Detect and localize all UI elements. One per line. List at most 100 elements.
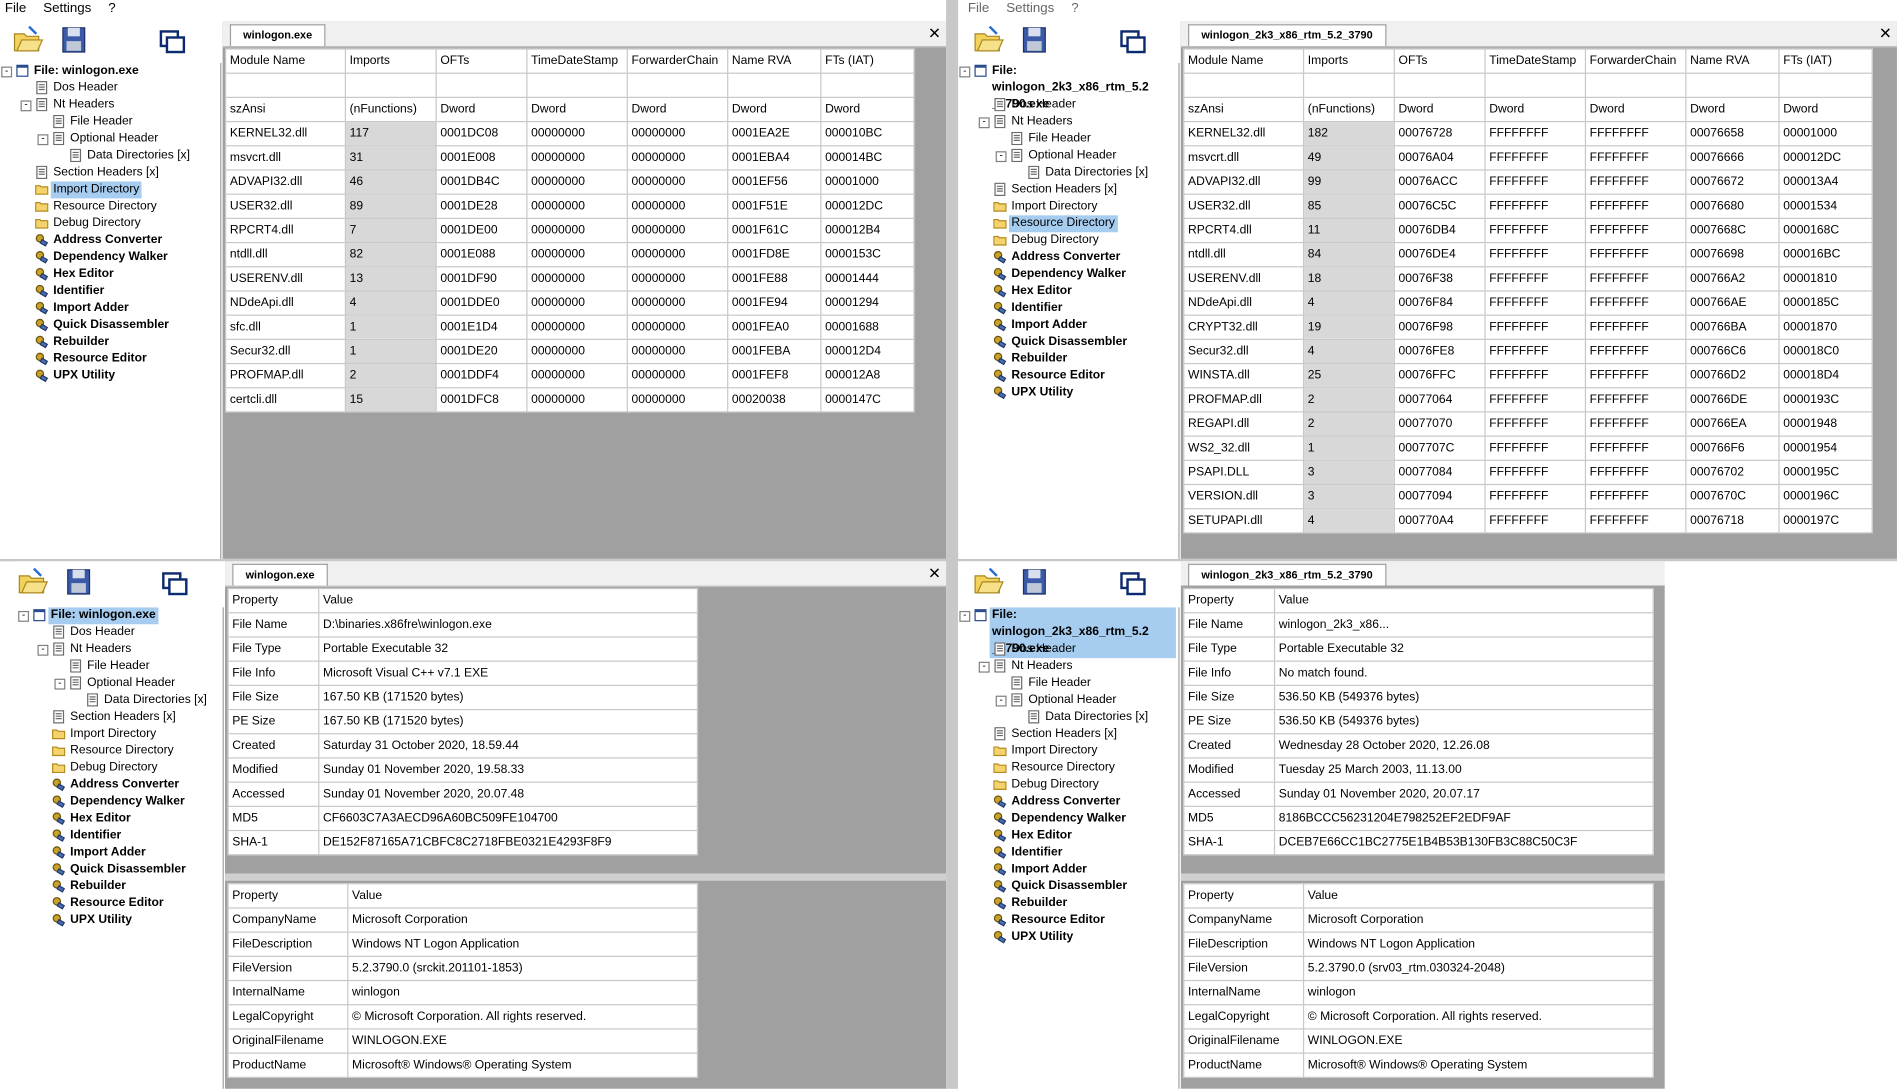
- tree-item[interactable]: - Optional Header: [958, 692, 1178, 709]
- tree-item[interactable]: File Header: [17, 658, 223, 675]
- tree-item[interactable]: Address Converter: [958, 794, 1178, 811]
- windows-icon[interactable]: [160, 569, 191, 600]
- tree-item[interactable]: Hex Editor: [17, 811, 223, 828]
- expand-toggle[interactable]: -: [18, 610, 30, 622]
- table-row[interactable]: FileDescription Windows NT Logon Applicat…: [1183, 931, 1654, 957]
- table-row[interactable]: File Name D:\binaries.x86fre\winlogon.exe: [227, 612, 699, 638]
- tree-item[interactable]: Import Adder: [17, 844, 223, 861]
- table-row[interactable]: Accessed Sunday 01 November 2020, 20.07.1…: [1183, 781, 1654, 807]
- tree-item[interactable]: Quick Disassembler: [17, 861, 223, 878]
- menu-file[interactable]: File: [968, 0, 989, 18]
- table-row[interactable]: MD5 8186BCCC56231204E798252EF2EDF9AF: [1183, 805, 1654, 832]
- windows-icon[interactable]: [157, 27, 188, 58]
- tree-item[interactable]: - Nt Headers: [958, 114, 1178, 131]
- tree-item[interactable]: Debug Directory: [958, 777, 1178, 794]
- expand-toggle[interactable]: -: [995, 151, 1007, 163]
- expand-toggle[interactable]: -: [959, 66, 971, 78]
- tree-item[interactable]: Import Directory: [958, 198, 1178, 215]
- tree-item[interactable]: Data Directories [x]: [958, 709, 1178, 726]
- tree-item[interactable]: Dos Header: [0, 80, 220, 97]
- tree-item[interactable]: UPX Utility: [958, 385, 1178, 402]
- table-row[interactable]: PSAPI.DLL 3 00077084 FFFFFFFF FFFFFFFF 000767…: [1183, 459, 1873, 486]
- tab-file[interactable]: winlogon.exe: [229, 24, 326, 46]
- table-row[interactable]: Secur32.dll 1 0001DE20 00000000 00000000 0001…: [225, 338, 915, 365]
- expand-toggle[interactable]: -: [37, 134, 49, 146]
- expand-toggle[interactable]: -: [995, 695, 1007, 707]
- table-row[interactable]: File Type Portable Executable 32: [1183, 636, 1654, 662]
- tree-item[interactable]: UPX Utility: [958, 929, 1178, 946]
- table-row[interactable]: InternalName winlogon: [1183, 979, 1654, 1006]
- tree-item[interactable]: Section Headers [x]: [17, 709, 223, 726]
- table-row[interactable]: PROFMAP.dll 2 00077064 FFFFFFFF FFFFFFFF 0007…: [1183, 387, 1873, 413]
- table-row[interactable]: Accessed Sunday 01 November 2020, 20.07.4…: [227, 781, 699, 807]
- tab-file[interactable]: winlogon.exe: [232, 563, 328, 586]
- table-row[interactable]: Modified Sunday 01 November 2020, 19.58.3…: [227, 757, 699, 783]
- table-row[interactable]: File Size 536.50 KB (549376 bytes): [1183, 684, 1654, 711]
- tree-item[interactable]: Dependency Walker: [17, 794, 223, 811]
- table-row[interactable]: PE Size 536.50 KB (549376 bytes): [1183, 708, 1654, 735]
- table-row[interactable]: OriginalFilename WINLOGON.EXE: [1183, 1028, 1654, 1054]
- table-row[interactable]: File Type Portable Executable 32: [227, 636, 699, 662]
- tree-item[interactable]: Hex Editor: [0, 266, 220, 283]
- tree-item[interactable]: Data Directories [x]: [0, 148, 220, 165]
- table-row[interactable]: FileVersion 5.2.3790.0 (srckit.201101-185…: [227, 955, 699, 982]
- table-row[interactable]: File Info No match found.: [1183, 660, 1654, 686]
- close-icon[interactable]: ✕: [1879, 24, 1892, 43]
- tree-item[interactable]: Resource Editor: [958, 368, 1178, 385]
- table-row[interactable]: PROFMAP.dll 2 0001DDF4 00000000 00000000 0001…: [225, 362, 915, 389]
- table-row[interactable]: CompanyName Microsoft Corporation: [227, 907, 699, 933]
- tree-item[interactable]: Hex Editor: [958, 283, 1178, 300]
- table-row[interactable]: Secur32.dll 4 00076FE8 FFFFFFFF FFFFFFFF 0007…: [1183, 338, 1873, 365]
- tree-item[interactable]: - Optional Header: [17, 675, 223, 692]
- table-row[interactable]: WINSTA.dll 25 00076FFC FFFFFFFF FFFFFFFF 0007…: [1183, 362, 1873, 389]
- table-row[interactable]: FileVersion 5.2.3790.0 (srv03_rtm.030324-…: [1183, 955, 1654, 982]
- tree-item[interactable]: Debug Directory: [0, 215, 220, 232]
- tree-item[interactable]: Identifier: [0, 283, 220, 300]
- tree-item[interactable]: File Header: [958, 131, 1178, 148]
- windows-icon[interactable]: [1118, 27, 1149, 58]
- table-row[interactable]: OriginalFilename WINLOGON.EXE: [227, 1028, 699, 1054]
- table-row[interactable]: RPCRT4.dll 11 00076DB4 FFFFFFFF FFFFFFFF 0007…: [1183, 217, 1873, 244]
- expand-toggle[interactable]: -: [978, 661, 990, 673]
- tree-item[interactable]: Dos Header: [958, 97, 1178, 114]
- tree-item[interactable]: File Header: [958, 675, 1178, 692]
- table-row[interactable]: SETUPAPI.dll 4 000770A4 FFFFFFFF FFFFFFFF 000…: [1183, 508, 1873, 534]
- tree-item[interactable]: - Nt Headers: [17, 641, 223, 658]
- tree-item[interactable]: - File: winlogon_2k3_x86_rtm_5.2 _3790.exe: [958, 607, 1178, 659]
- tree-item[interactable]: Debug Directory: [17, 760, 223, 777]
- table-row[interactable]: File Size 167.50 KB (171520 bytes): [227, 684, 699, 711]
- table-row[interactable]: NDdeApi.dll 4 0001DDE0 00000000 00000000 0001…: [225, 290, 915, 316]
- table-row[interactable]: USERENV.dll 18 00076F38 FFFFFFFF FFFFFFFF 000…: [1183, 266, 1873, 292]
- expand-toggle[interactable]: -: [20, 100, 32, 112]
- table-row[interactable]: InternalName winlogon: [227, 979, 699, 1006]
- table-row[interactable]: ProductName Microsoft® Windows® Operating…: [1183, 1052, 1654, 1078]
- table-row[interactable]: KERNEL32.dll 182 00076728 FFFFFFFF FFFFFFFF 0…: [1183, 120, 1873, 147]
- tab-file[interactable]: winlogon_2k3_x86_rtm_5.2_3790: [1188, 563, 1386, 586]
- tree-item[interactable]: - Optional Header: [0, 131, 220, 148]
- tree-item[interactable]: UPX Utility: [17, 912, 223, 929]
- tree-item[interactable]: Rebuilder: [17, 878, 223, 895]
- tree-item[interactable]: Import Directory: [17, 726, 223, 743]
- table-row[interactable]: SHA-1 DCEB7E66CC1BC2775E1B4B53B130FB3C88C…: [1183, 829, 1654, 856]
- save-disk-icon[interactable]: [58, 24, 89, 55]
- tree-item[interactable]: UPX Utility: [0, 368, 220, 385]
- tree-item[interactable]: Import Adder: [958, 861, 1178, 878]
- tree-item[interactable]: Identifier: [17, 828, 223, 845]
- tree-item[interactable]: Import Adder: [958, 317, 1178, 334]
- expand-toggle[interactable]: -: [54, 678, 66, 690]
- table-row[interactable]: LegalCopyright © Microsoft Corporation. A…: [1183, 1004, 1654, 1030]
- table-row[interactable]: RPCRT4.dll 7 0001DE00 00000000 00000000 0001F…: [225, 217, 915, 244]
- tab-file[interactable]: winlogon_2k3_x86_rtm_5.2_3790: [1188, 24, 1386, 46]
- save-disk-icon[interactable]: [1019, 24, 1050, 55]
- tree-item[interactable]: Import Directory: [0, 181, 220, 199]
- tree-item[interactable]: Debug Directory: [958, 232, 1178, 249]
- tree-item[interactable]: Identifier: [958, 300, 1178, 317]
- expand-toggle[interactable]: -: [959, 610, 971, 622]
- tree-item[interactable]: Resource Directory: [958, 760, 1178, 777]
- table-row[interactable]: PE Size 167.50 KB (171520 bytes): [227, 708, 699, 735]
- tree-item[interactable]: Data Directories [x]: [17, 692, 223, 709]
- menu-help[interactable]: ?: [1071, 0, 1078, 18]
- table-row[interactable]: Created Saturday 31 October 2020, 18.59.4…: [227, 733, 699, 759]
- table-row[interactable]: ntdll.dll 82 0001E088 00000000 00000000 0001F…: [225, 241, 915, 268]
- table-row[interactable]: ntdll.dll 84 00076DE4 FFFFFFFF FFFFFFFF 00076…: [1183, 241, 1873, 268]
